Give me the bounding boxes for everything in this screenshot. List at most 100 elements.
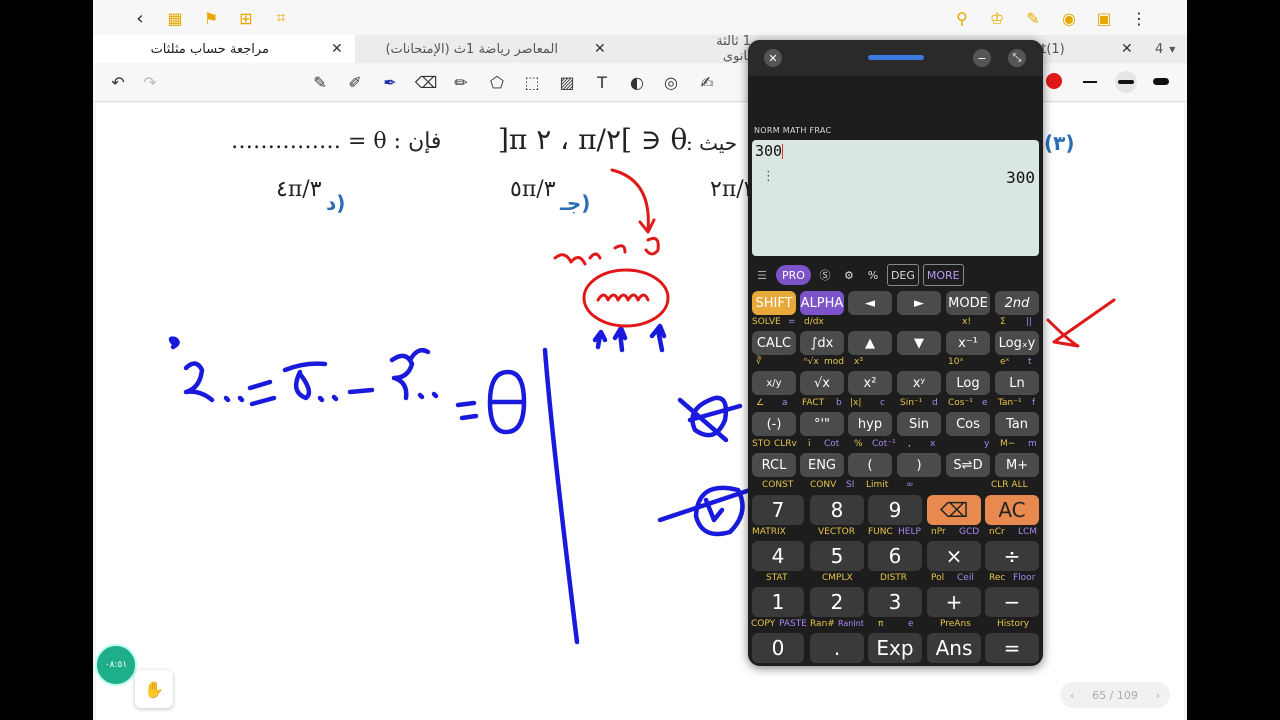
mode-key[interactable]: MODE — [946, 291, 990, 315]
divide-key[interactable]: ÷ — [985, 541, 1039, 571]
pen-icon[interactable]: ✎ — [1021, 6, 1045, 30]
rcl-key[interactable]: RCL — [752, 453, 796, 477]
alpha-key[interactable]: ALPHA — [800, 291, 844, 315]
close-icon[interactable]: ✕ — [331, 41, 343, 57]
resize-icon[interactable]: ⤡ — [1008, 49, 1026, 67]
ans-key[interactable]: Ans — [927, 633, 981, 663]
prev-page-icon[interactable]: ‹ — [1070, 689, 1074, 702]
key-3[interactable]: 3 — [868, 587, 922, 617]
undo-icon[interactable]: ↶ — [107, 71, 129, 93]
calculator-display[interactable]: 300 ⋮ 300 — [752, 140, 1039, 256]
close-icon[interactable]: ✕ — [1121, 41, 1133, 57]
eng-key[interactable]: ENG — [800, 453, 844, 477]
eye-icon[interactable]: ◉ — [1057, 6, 1081, 30]
key-7[interactable]: 7 — [752, 495, 804, 525]
open-paren-key[interactable]: ( — [848, 453, 892, 477]
negative-key[interactable]: (-) — [752, 412, 796, 436]
bookmark-icon[interactable]: ⚑ — [199, 6, 223, 30]
shapes-icon[interactable]: ⬠ — [486, 71, 508, 93]
sqrt-key[interactable]: √x — [800, 371, 844, 395]
square-key[interactable]: x² — [848, 371, 892, 395]
key-8[interactable]: 8 — [810, 495, 864, 525]
drag-handle[interactable] — [868, 55, 924, 60]
next-page-icon[interactable]: › — [1156, 689, 1160, 702]
timer-badge[interactable]: ٠٨:٥١ — [95, 644, 137, 686]
hyp-key[interactable]: hyp — [848, 412, 892, 436]
minimize-icon[interactable]: − — [973, 49, 991, 67]
text-icon[interactable]: T — [591, 71, 613, 93]
pen-icon[interactable]: ✒ — [379, 71, 401, 93]
logxy-key[interactable]: Logₓy — [995, 331, 1039, 355]
lasso-icon[interactable]: ⬚ — [521, 71, 543, 93]
menu-icon[interactable]: ☰ — [752, 265, 772, 285]
plus-key[interactable]: + — [927, 587, 981, 617]
decimal-key[interactable]: . — [810, 633, 864, 663]
highlighter-icon[interactable]: ✐ — [344, 71, 366, 93]
key-1[interactable]: 1 — [752, 587, 804, 617]
shirt-icon[interactable]: ♔ — [985, 6, 1009, 30]
tab-0[interactable]: مراجعة حساب مثلثات ✕ — [93, 35, 355, 63]
degrees-key[interactable]: °'" — [800, 412, 844, 436]
hand-tool-icon[interactable]: ✋ — [135, 670, 173, 708]
redo-icon[interactable]: ↷ — [139, 71, 161, 93]
sigma-icon[interactable]: Ⓢ — [815, 265, 835, 285]
close-icon[interactable]: ✕ — [764, 49, 782, 67]
exp-key[interactable]: Exp — [868, 633, 922, 663]
laser-icon[interactable]: ✍ — [696, 71, 718, 93]
ac-key[interactable]: AC — [985, 495, 1039, 525]
tab-1[interactable]: المعاصر رياضة 1ث (الإمتحانات) ✕ — [358, 35, 618, 63]
settings-icon[interactable]: ⚙ — [839, 265, 859, 285]
key-0[interactable]: 0 — [752, 633, 804, 663]
ocr-icon[interactable]: ◎ — [660, 71, 682, 93]
more-icon[interactable]: ⋮ — [1127, 6, 1151, 30]
back-icon[interactable]: ‹ — [128, 6, 152, 30]
key-6[interactable]: 6 — [868, 541, 922, 571]
tab-2[interactable]: 1 ثالثة ثانوى — [621, 34, 751, 64]
minus-key[interactable]: − — [985, 587, 1039, 617]
key-5[interactable]: 5 — [810, 541, 864, 571]
add-page-icon[interactable]: ⊞ — [234, 6, 258, 30]
key-9[interactable]: 9 — [868, 495, 922, 525]
power-key[interactable]: xʸ — [897, 371, 941, 395]
thick-stroke-icon[interactable] — [1153, 78, 1169, 85]
mplus-key[interactable]: M+ — [995, 453, 1039, 477]
pro-badge[interactable]: PRO — [776, 265, 811, 285]
second-key[interactable]: 2nd — [995, 291, 1039, 315]
marker-icon[interactable]: ✏ — [450, 71, 472, 93]
thin-stroke-icon[interactable] — [1083, 81, 1097, 83]
close-icon[interactable]: ✕ — [594, 41, 606, 57]
red-color-swatch[interactable] — [1046, 73, 1062, 89]
deg-mode[interactable]: DEG — [886, 264, 919, 286]
pencil-icon[interactable]: ✎ — [309, 71, 331, 93]
key-2[interactable]: 2 — [810, 587, 864, 617]
vertical-dots-icon[interactable]: ⋮ — [762, 169, 775, 184]
equals-key[interactable]: = — [985, 633, 1039, 663]
percent-icon[interactable]: % — [863, 265, 883, 285]
shift-key[interactable]: SHIFT — [752, 291, 796, 315]
up-key[interactable]: ▲ — [848, 331, 892, 355]
inverse-key[interactable]: x⁻¹ — [946, 331, 990, 355]
tab-count[interactable]: 4 ▼ — [1155, 35, 1185, 63]
key-4[interactable]: 4 — [752, 541, 804, 571]
crop-icon[interactable]: ⌗ — [269, 6, 293, 30]
search-icon[interactable]: ⚲ — [950, 6, 974, 30]
tan-key[interactable]: Tan — [995, 412, 1039, 436]
right-key[interactable]: ► — [897, 291, 941, 315]
fraction-key[interactable]: x/y — [752, 371, 796, 395]
sin-key[interactable]: Sin — [897, 412, 941, 436]
image-icon[interactable]: ▨ — [556, 71, 578, 93]
eraser-icon[interactable]: ⌫ — [415, 71, 438, 93]
more-button[interactable]: MORE — [922, 264, 964, 286]
multiply-key[interactable]: × — [927, 541, 981, 571]
notebook-icon[interactable]: ▣ — [1092, 6, 1116, 30]
left-key[interactable]: ◄ — [848, 291, 892, 315]
cos-key[interactable]: Cos — [946, 412, 990, 436]
sticker-icon[interactable]: ◐ — [626, 71, 648, 93]
close-paren-key[interactable]: ) — [897, 453, 941, 477]
grid-icon[interactable]: ▦ — [163, 6, 187, 30]
medium-stroke-bg[interactable] — [1115, 71, 1137, 93]
page-navigator[interactable]: ‹ 65 / 109 › — [1060, 682, 1170, 708]
log-key[interactable]: Log — [946, 371, 990, 395]
backspace-key[interactable]: ⌫ — [927, 495, 981, 525]
integral-key[interactable]: ∫dx — [800, 331, 844, 355]
